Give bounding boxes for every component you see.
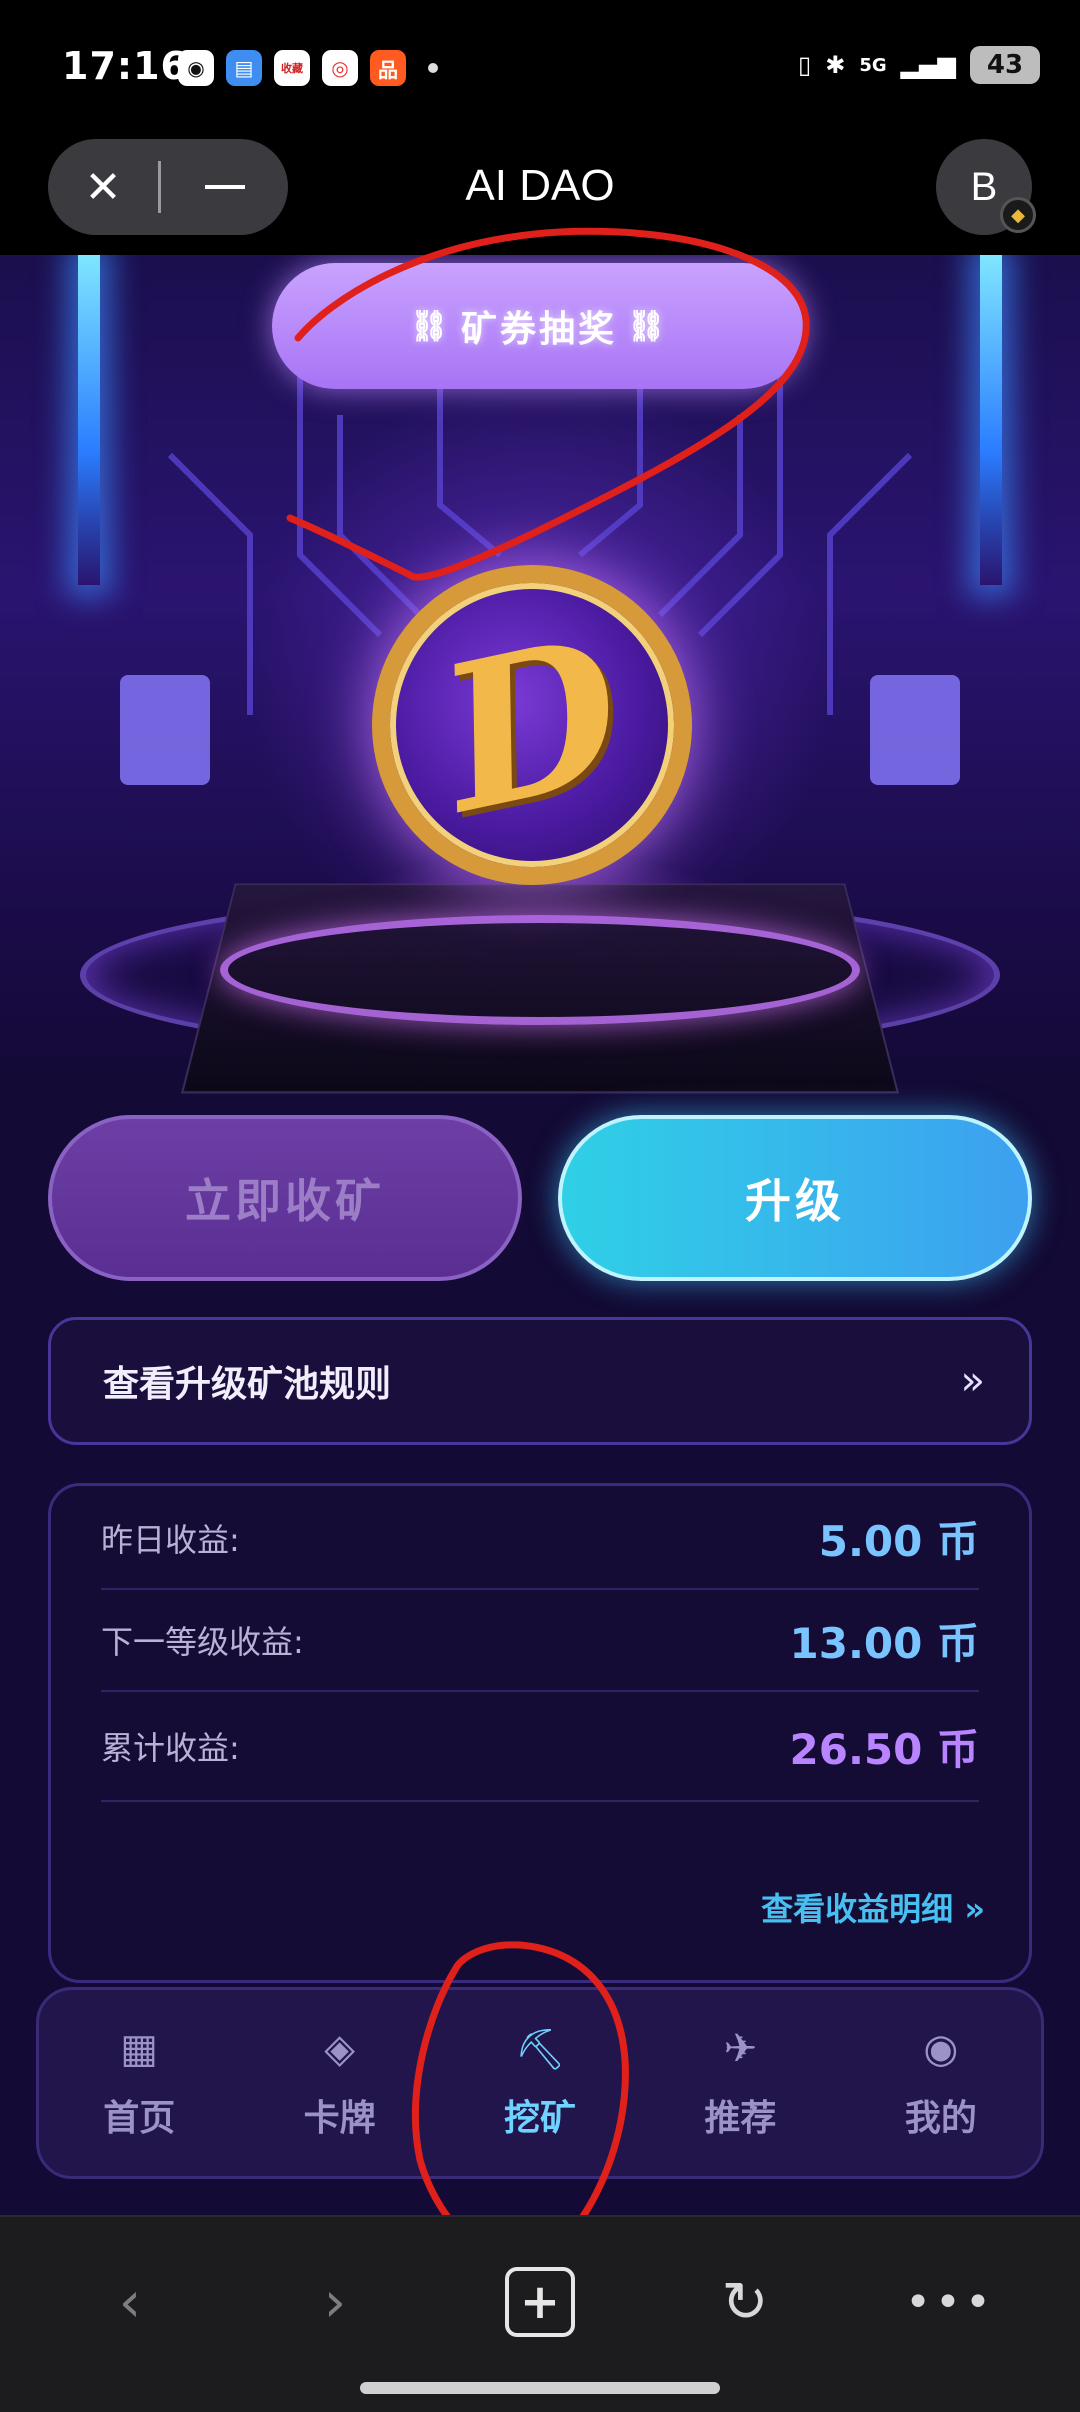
tab-profile[interactable]: ◉ 我的 (841, 1990, 1041, 2176)
lottery-button[interactable]: ⛓ 矿券抽奖 ⛓ (272, 263, 806, 389)
tab-cards[interactable]: ◈ 卡牌 (239, 1990, 439, 2176)
earnings-label: 昨日收益: (101, 1515, 240, 1561)
weibo-icon: ◎ (322, 50, 358, 86)
status-time: 17:16 (62, 44, 188, 88)
qq-icon: ◉ (178, 50, 214, 86)
upgrade-rules-link[interactable]: 查看升级矿池规则 » (48, 1317, 1032, 1445)
tab-referral[interactable]: ✈ 推荐 (640, 1990, 840, 2176)
signal-icon: ▂▄▆ (901, 51, 956, 79)
earnings-detail-link[interactable]: 查看收益明细 » (761, 1884, 985, 1930)
earnings-row-next-level: 下一等级收益: 13.00 币 (101, 1590, 979, 1692)
rules-label: 查看升级矿池规则 (103, 1355, 391, 1407)
link-icon: ⛓ (627, 309, 668, 344)
mining-page: D ⛓ 矿券抽奖 ⛓ 立即收矿 升级 查看升级矿池规则 » 昨日收益: 5.00… (0, 255, 1080, 2215)
mini-app-titlebar: ✕ AI DAO B ◆ (0, 135, 1080, 255)
tab-label: 首页 (103, 2089, 175, 2141)
grid-icon: ▦ (120, 2025, 158, 2073)
earnings-row-total: 累计收益: 26.50 币 (101, 1692, 979, 1802)
profile-circle-icon: ◉ (923, 2025, 958, 2073)
tab-home[interactable]: ▦ 首页 (39, 1990, 239, 2176)
earnings-row-yesterday: 昨日收益: 5.00 币 (101, 1488, 979, 1590)
glow-ring-inner (220, 915, 860, 1025)
status-bar: 17:16 ◉ ▤ 收藏 ◎ 品 ▯ ✱ 5G ▂▄▆ 43 (0, 0, 1080, 135)
tab-mining[interactable]: ⛏ 挖矿 (440, 1990, 640, 2176)
collect-mining-button[interactable]: 立即收矿 (48, 1115, 522, 1281)
diamond-icon: ◈ (324, 2025, 355, 2073)
plane-icon: ✈ (724, 2025, 758, 2073)
earnings-value: 13.00 币 (790, 1610, 979, 1671)
news-icon: 收藏 (274, 50, 310, 86)
more-notifications-dot (428, 63, 438, 73)
earnings-value: 26.50 币 (790, 1716, 979, 1777)
network-label: 5G (859, 55, 886, 76)
more-icon[interactable]: ••• (905, 2257, 995, 2347)
upgrade-label: 升级 (745, 1165, 845, 1231)
collect-label: 立即收矿 (185, 1165, 385, 1231)
battery-icon: 43 (970, 46, 1040, 84)
coin-letter: D (423, 592, 642, 858)
bluetooth-icon: ✱ (825, 51, 845, 79)
avatar-letter: B (971, 165, 998, 210)
tab-label: 卡牌 (304, 2089, 376, 2141)
vibrate-icon: ▯ (798, 51, 811, 79)
browser-toolbar: ‹ › + ↻ ••• (0, 2215, 1080, 2412)
earnings-value: 5.00 币 (819, 1508, 979, 1569)
home-indicator[interactable] (360, 2382, 720, 2394)
hero-banner: D ⛓ 矿券抽奖 ⛓ (0, 255, 1080, 1095)
tab-label: 挖矿 (504, 2089, 576, 2141)
tab-label: 推荐 (704, 2089, 776, 2141)
link-icon: ⛓ (410, 309, 451, 344)
chevron-right-icon: » (961, 1358, 985, 1404)
reload-icon[interactable]: ↻ (700, 2257, 790, 2347)
pickaxe-icon: ⛏ (515, 2025, 566, 2073)
bottom-tab-bar: ▦ 首页 ◈ 卡牌 ⛏ 挖矿 ✈ 推荐 ◉ 我的 (36, 1987, 1044, 2179)
taobao-icon: 品 (370, 50, 406, 86)
upgrade-button[interactable]: 升级 (558, 1115, 1032, 1281)
status-right: ▯ ✱ 5G ▂▄▆ 43 (798, 46, 1040, 84)
new-tab-icon[interactable]: + (495, 2257, 585, 2347)
lottery-label: 矿券抽奖 (461, 300, 617, 352)
earnings-card: 昨日收益: 5.00 币 下一等级收益: 13.00 币 累计收益: 26.50… (48, 1483, 1032, 1983)
forward-icon[interactable]: › (290, 2257, 380, 2347)
avatar[interactable]: B ◆ (936, 139, 1032, 235)
earnings-label: 下一等级收益: (101, 1617, 304, 1663)
coin-badge-icon: ◆ (1000, 197, 1036, 233)
back-icon[interactable]: ‹ (85, 2257, 175, 2347)
notification-icons: ◉ ▤ 收藏 ◎ 品 (178, 50, 438, 86)
wallet-icon: ▤ (226, 50, 262, 86)
page-title: AI DAO (0, 161, 1080, 211)
tab-label: 我的 (905, 2089, 977, 2141)
earnings-label: 累计收益: (101, 1723, 240, 1769)
